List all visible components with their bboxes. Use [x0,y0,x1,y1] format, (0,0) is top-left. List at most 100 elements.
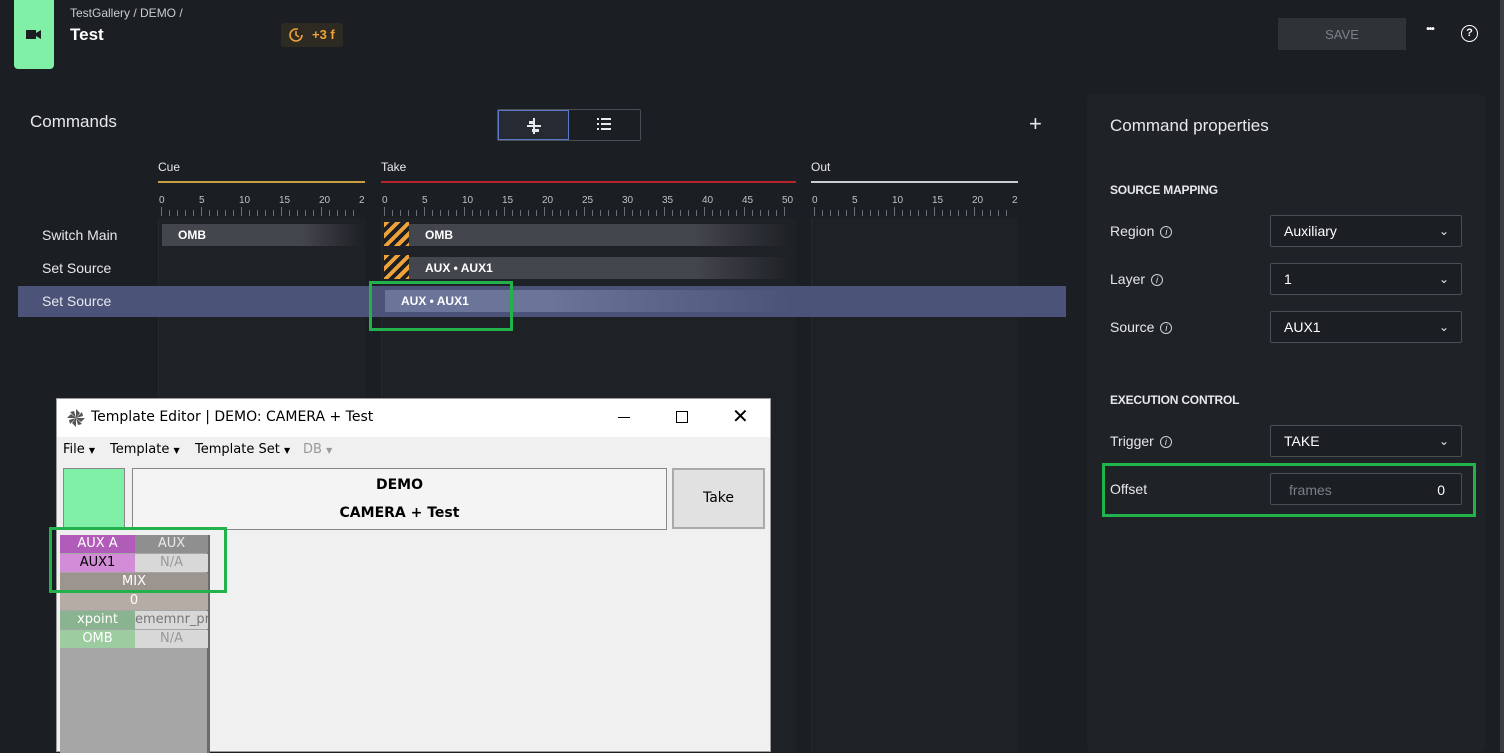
ruler-tick-mark [161,207,162,216]
menu-file[interactable]: File ▼ [63,442,95,457]
cell-ememnr[interactable]: ememnr_pr [135,611,208,629]
ruler-tick-mark [249,210,250,216]
ruler-tick-mark [862,210,863,216]
source-select[interactable]: AUX1 ⌄ [1270,311,1462,343]
ruler-tick-mark [265,210,266,216]
region-select[interactable]: Auxiliary ⌄ [1270,215,1462,247]
take-block-omb[interactable]: OMB [409,224,790,246]
highlight-box [1102,463,1476,517]
ruler-tick-mark [504,207,505,216]
info-icon[interactable]: i [1160,322,1173,334]
menu-template-set[interactable]: Template Set ▼ [195,442,290,457]
ruler-tick-mark [664,207,665,216]
menu-db: DB ▼ [303,442,333,457]
ruler-tick-mark [600,210,601,216]
region-label: Region i [1110,223,1173,239]
timeline-view-button[interactable] [498,110,569,140]
breadcrumb[interactable]: TestGallery / DEMO / [70,6,183,20]
cell-xpoint[interactable]: xpoint [60,611,135,629]
ruler-tick-mark [297,210,298,216]
ruler-tick-mark [472,210,473,216]
ruler-tick-mark [289,210,290,216]
ruler-tick-mark [830,210,831,216]
add-command-button[interactable]: + [1029,113,1042,135]
ruler-tick-mark [728,210,729,216]
ruler-tick-mark [177,210,178,216]
ruler-tick-mark [520,210,521,216]
template-color-swatch[interactable] [63,468,125,530]
ruler-tick-mark [696,210,697,216]
cue-block-omb[interactable]: OMB [162,224,362,246]
layer-select[interactable]: 1 ⌄ [1270,263,1462,295]
view-toggle[interactable] [497,109,641,141]
row-label-switch-main[interactable]: Switch Main [42,227,117,243]
phase-cue-line [158,181,365,183]
execution-control-heading: EXECUTION CONTROL [1110,393,1240,407]
chevron-down-icon: ⌄ [1438,224,1449,238]
ruler-tick-mark [1006,210,1007,216]
ruler-tick-mark [632,210,633,216]
ruler-tick-mark [337,210,338,216]
template-name: CAMERA + Test [339,505,460,521]
take-block-aux[interactable]: AUX • AUX1 [409,257,790,279]
ruler-tick-mark [854,207,855,216]
ruler-tick-mark [760,210,761,216]
info-icon[interactable]: i [1151,274,1164,286]
commands-title: Commands [30,112,117,131]
ruler-tick-mark [592,210,593,216]
row-label-set-source[interactable]: Set Source [42,260,111,276]
ruler-tick-mark [225,210,226,216]
ruler-tick-label: 2 [1012,195,1018,206]
minimize-icon[interactable] [618,417,630,418]
offset-badge-label: +3 f [312,27,335,42]
ruler-tick-mark [704,207,705,216]
template-header: DEMO CAMERA + Test [132,468,667,530]
ruler-tick-mark [680,210,681,216]
maximize-icon[interactable] [676,411,688,423]
ruler-tick-mark [257,210,258,216]
cell-omb[interactable]: OMB [60,630,135,648]
template-group: DEMO [375,477,424,493]
trigger-select[interactable]: TAKE ⌄ [1270,425,1462,457]
ruler-tick-mark [496,210,497,216]
chevron-down-icon: ⌄ [1438,272,1449,286]
ruler-tick-mark [281,207,282,216]
ruler-tick-label: 15 [502,195,514,206]
save-button[interactable]: SAVE [1278,18,1406,50]
info-icon[interactable]: i [1160,226,1173,238]
ruler-tick-mark [712,210,713,216]
cell-na[interactable]: N/A [135,630,208,648]
ruler-tick-mark [958,210,959,216]
list-view-button[interactable] [569,110,640,140]
take-button[interactable]: Take [672,468,765,529]
more-options-icon[interactable]: ••• [1420,24,1440,44]
template-editor-titlebar[interactable]: Template Editor | DEMO: CAMERA + Test ✕ [57,399,770,437]
ruler-tick-mark [966,210,967,216]
cell-zero[interactable]: 0 [60,592,208,610]
ruler-tick-mark [822,210,823,216]
ruler-tick-label: 45 [742,195,754,206]
ruler-tick-mark [648,210,649,216]
ruler-tick-mark [934,207,935,216]
ruler-tick-mark [768,210,769,216]
menu-template[interactable]: Template ▼ [110,442,180,457]
ruler-tick-mark [329,210,330,216]
source-label: Source i [1110,319,1173,335]
help-icon[interactable]: ? [1461,25,1478,42]
ruler-tick-mark [305,210,306,216]
ruler-tick-mark [784,207,785,216]
ruler-tick-mark [528,210,529,216]
close-icon[interactable]: ✕ [732,405,749,427]
ruler-tick-label: 5 [852,195,858,206]
ruler-tick-label: 20 [319,195,331,206]
ruler-tick-mark [552,210,553,216]
cue-ruler: 0 5 10 15 20 2 [158,195,365,217]
info-icon[interactable]: i [1159,436,1172,448]
out-ruler: 0 5 10 15 20 2 [811,195,1018,217]
ruler-tick-label: 30 [622,195,634,206]
ruler-tick-label: 10 [462,195,474,206]
row-label-set-source-selected[interactable]: Set Source [42,293,111,309]
ruler-tick-mark [752,210,753,216]
ruler-tick-mark [464,207,465,216]
ruler-tick-label: 2 [359,195,365,206]
